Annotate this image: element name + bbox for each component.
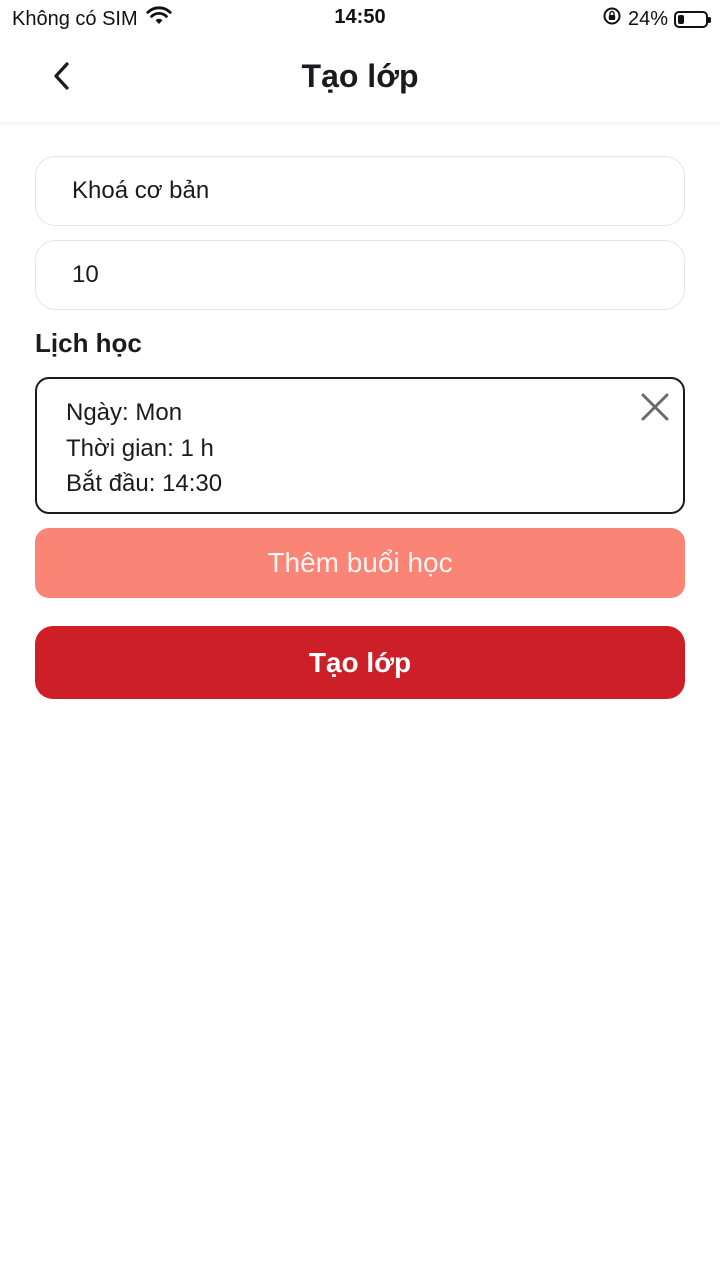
quantity-field[interactable] — [35, 240, 685, 310]
add-session-button[interactable]: Thêm buổi học — [35, 528, 685, 598]
schedule-section-title: Lịch học — [35, 328, 142, 358]
remove-schedule-button[interactable] — [639, 391, 671, 423]
add-session-label: Thêm buổi học — [267, 547, 453, 578]
quantity-input[interactable] — [72, 261, 684, 289]
schedule-duration: Thời gian: 1 h — [66, 434, 214, 462]
class-name-field[interactable] — [35, 156, 685, 226]
status-bar: Không có SIM 14:50 24% — [0, 0, 720, 36]
close-icon — [639, 393, 671, 427]
status-right: 24% — [602, 6, 711, 32]
create-class-label: Tạo lớp — [308, 646, 412, 678]
page-title: Tạo lớp — [301, 58, 419, 94]
schedule-day: Ngày: Mon — [66, 399, 183, 426]
form-content: Lịch học Ngày: Mon Thời gian: 1 h Bắt đầ… — [35, 156, 685, 699]
header: Tạo lớp — [0, 36, 720, 122]
create-class-button[interactable]: Tạo lớp — [35, 626, 685, 699]
class-name-input[interactable] — [72, 177, 684, 205]
battery-icon — [674, 10, 711, 28]
battery-percent: 24% — [627, 7, 668, 30]
battery-tip — [708, 16, 711, 23]
schedule-card: Ngày: Mon Thời gian: 1 h Bắt đầu: 14:30 — [35, 377, 685, 514]
battery-fill — [678, 14, 685, 24]
schedule-start: Bắt đầu: 14:30 — [66, 470, 223, 497]
rotation-lock-icon — [602, 6, 622, 32]
